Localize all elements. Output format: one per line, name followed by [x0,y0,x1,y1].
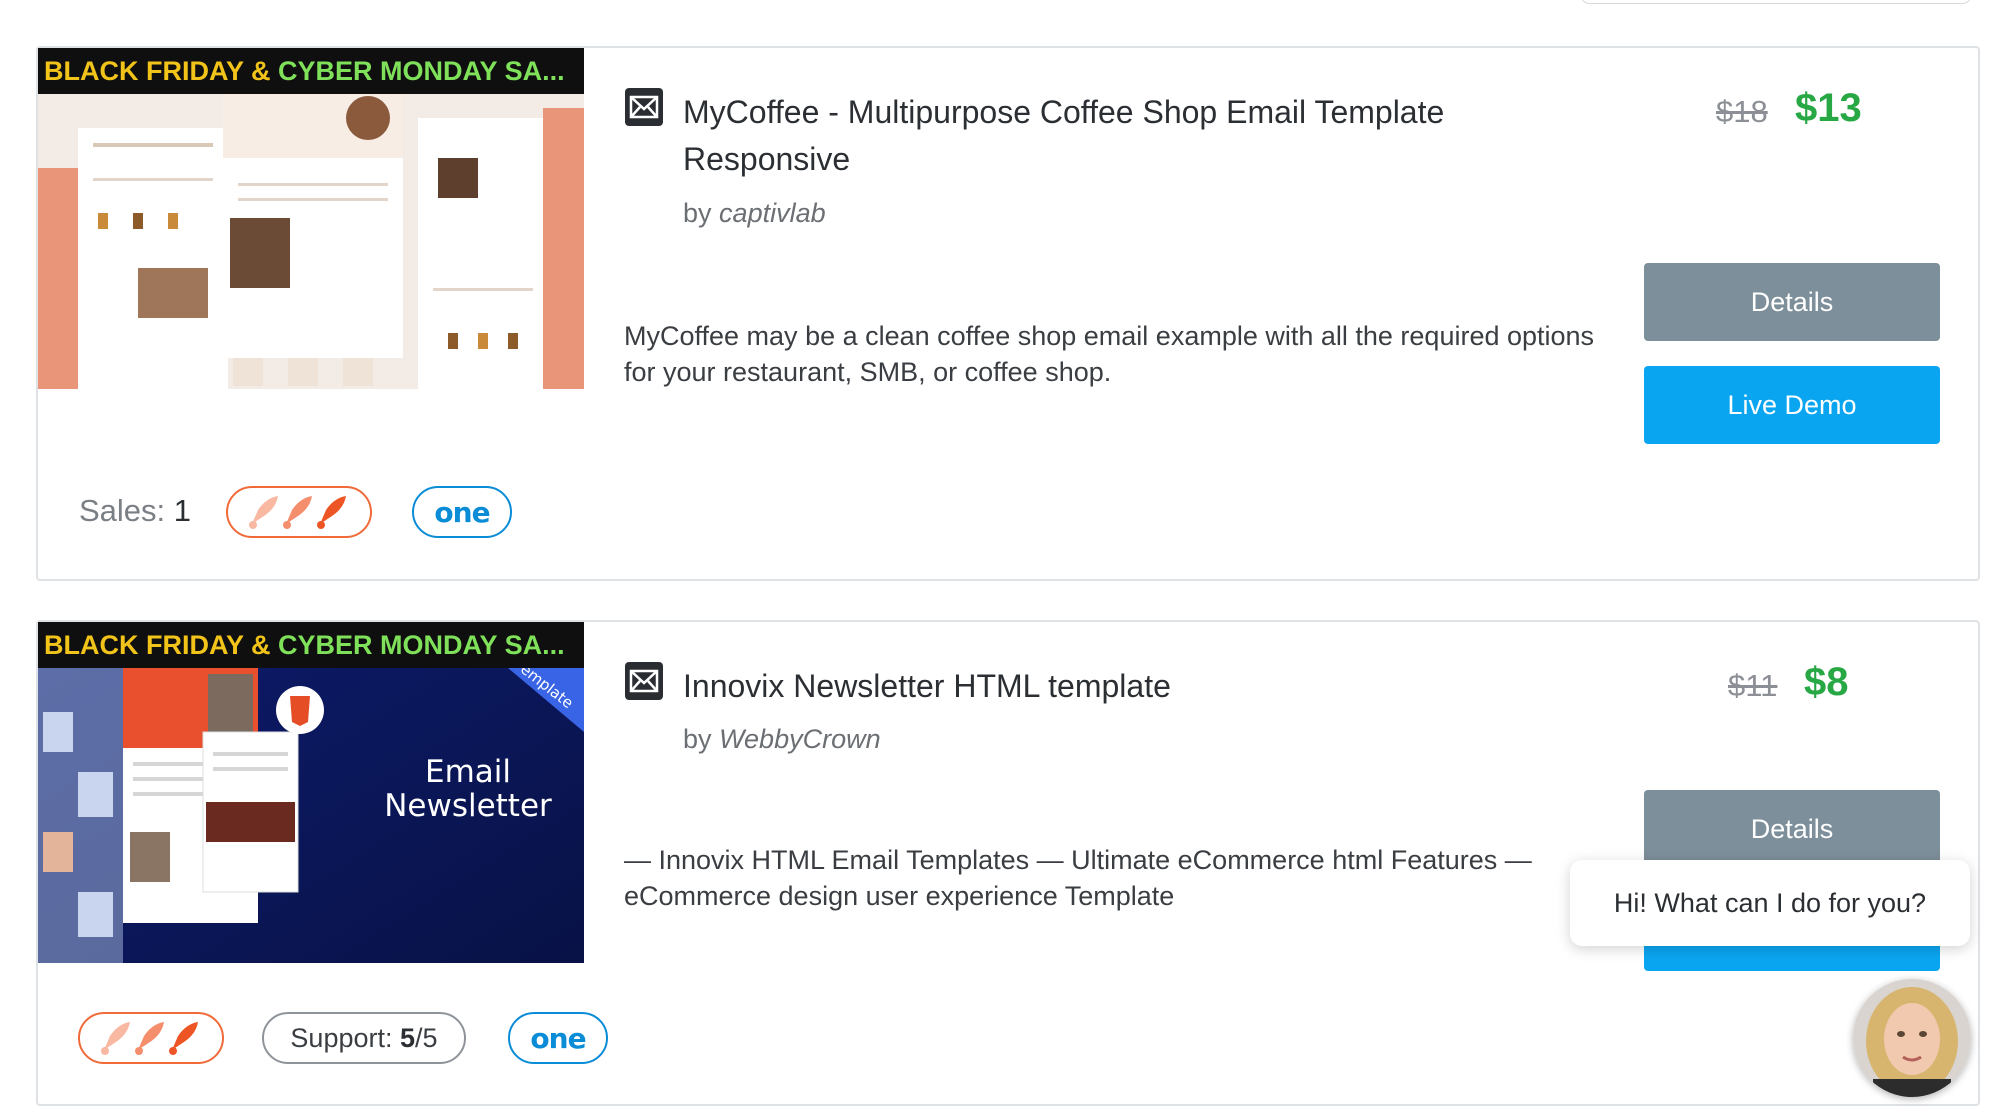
thumb-heading: Email Newsletter [368,755,568,823]
product-thumbnail[interactable]: emplate Email Newsletter BLACK FRIDAY & … [38,622,584,963]
product-title[interactable]: Innovix Newsletter HTML template [683,663,1583,710]
email-template-icon [625,88,663,126]
product-thumbnail[interactable]: BLACK FRIDAY & CYBER MONDAY SA... [38,48,584,389]
details-button[interactable]: Details [1644,790,1940,868]
product-title[interactable]: MyCoffee - Multipurpose Coffee Shop Emai… [683,89,1583,183]
rocket-icon [249,496,346,529]
coffee-template-preview-image [38,48,584,389]
old-price: $18 [1716,94,1768,129]
support-max: /5 [415,1022,438,1053]
by-label: by [683,198,712,228]
one-badge[interactable]: one [412,486,512,538]
rocket-rating-badge[interactable] [78,1012,224,1064]
support-rating-badge[interactable]: Support: 5/5 [262,1012,466,1064]
product-card-mycoffee: BLACK FRIDAY & CYBER MONDAY SA... MyCoff… [36,46,1980,581]
promo-highlight: CYBER MONDAY SA... [278,56,565,86]
rocket-rating-badge[interactable] [226,486,372,538]
support-value: 5 [400,1022,416,1053]
chat-greeting-bubble[interactable]: Hi! What can I do for you? [1570,860,1970,946]
support-label: Support: [290,1022,393,1053]
sales-count: Sales: 1 [79,493,191,529]
rocket-icon [101,1022,198,1055]
live-demo-button[interactable]: Live Demo [1644,366,1940,444]
promo-text: BLACK FRIDAY & [44,630,279,660]
promo-text: BLACK FRIDAY & [44,56,279,86]
author-link[interactable]: captivlab [719,198,826,228]
sales-label: Sales: [79,493,166,528]
product-description: MyCoffee may be a clean coffee shop emai… [624,321,1595,387]
promo-banner: BLACK FRIDAY & CYBER MONDAY SA... [38,622,584,668]
author-link[interactable]: WebbyCrown [719,724,881,754]
product-description: — Innovix HTML Email Templates — Ultimat… [624,845,1532,911]
author-line: by WebbyCrown [683,724,881,755]
sale-price: $13 [1795,86,1862,130]
promo-highlight: CYBER MONDAY SA... [278,630,565,660]
details-button[interactable]: Details [1644,263,1940,341]
old-price: $11 [1728,668,1778,703]
sales-value: 1 [173,493,192,528]
thumb-heading-line-2: Newsletter [384,788,552,824]
email-template-icon [625,662,663,700]
sale-price: $8 [1804,660,1849,704]
one-badge-label: one [530,1021,586,1055]
top-filter-box[interactable] [1580,0,1972,4]
one-badge-label: one [434,495,490,529]
chat-agent-avatar[interactable] [1853,979,1971,1097]
author-line: by captivlab [683,198,826,229]
by-label: by [683,724,712,754]
thumb-heading-line-1: Email [424,754,511,790]
one-badge[interactable]: one [508,1012,608,1064]
avatar-image [1853,979,1971,1097]
promo-banner: BLACK FRIDAY & CYBER MONDAY SA... [38,48,584,94]
